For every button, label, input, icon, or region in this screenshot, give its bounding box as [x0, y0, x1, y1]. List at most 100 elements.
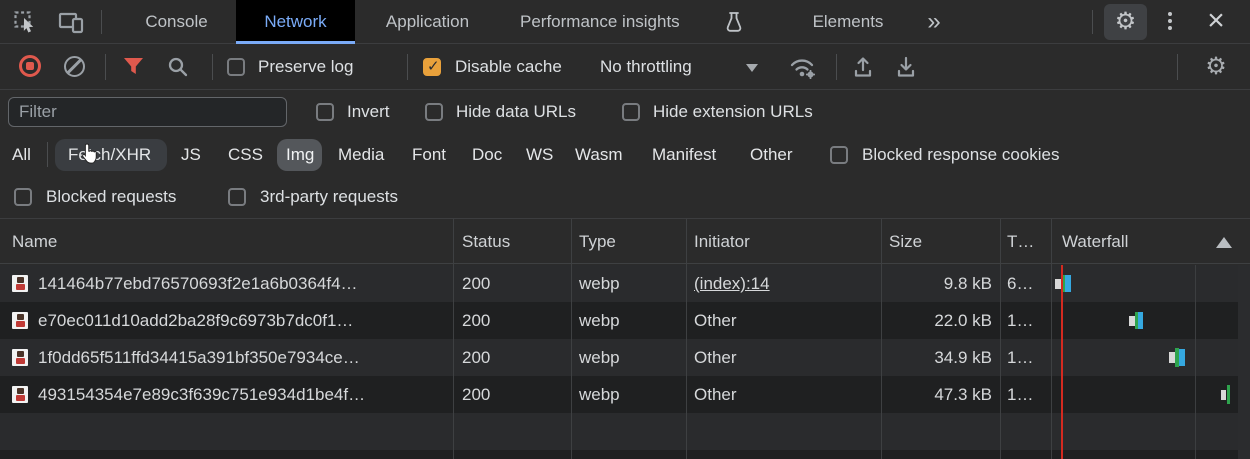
more-tabs-icon: » — [927, 8, 940, 35]
cell-time: 6… — [1007, 265, 1033, 302]
waterfall-waiting-bar — [1227, 385, 1230, 404]
mouse-hand-cursor — [80, 142, 99, 165]
throttling-select[interactable]: No throttling — [600, 44, 692, 90]
mini-gear — [806, 70, 815, 79]
tab-elements[interactable]: Elements — [775, 0, 921, 44]
waterfall-download-bar — [1179, 349, 1185, 366]
cell-status: 200 — [462, 265, 490, 302]
column-header-status[interactable]: Status — [462, 219, 510, 264]
third-party-requests-checkbox[interactable] — [228, 188, 246, 206]
column-header-size[interactable]: Size — [889, 219, 922, 264]
filter-icon-active[interactable] — [123, 57, 144, 76]
sort-ascending-icon — [1216, 237, 1232, 248]
cell-type: webp — [579, 265, 620, 302]
cell-initiator: Other — [694, 302, 737, 339]
type-filter-doc[interactable]: Doc — [472, 133, 502, 176]
toolbar-divider — [1177, 54, 1178, 80]
hide-extension-urls-label: Hide extension URLs — [653, 90, 813, 133]
cell-size: 34.9 kB — [881, 339, 992, 376]
close-devtools-button[interactable]: × — [1198, 0, 1234, 44]
tab-application[interactable]: Application — [355, 0, 500, 44]
blocked-requests-checkbox[interactable] — [14, 188, 32, 206]
column-divider[interactable] — [686, 219, 687, 459]
type-filter-wasm[interactable]: Wasm — [575, 133, 623, 176]
type-filter-css[interactable]: CSS — [228, 133, 263, 176]
type-filter-font[interactable]: Font — [412, 133, 446, 176]
cell-initiator: Other — [694, 376, 737, 413]
column-divider[interactable] — [571, 219, 572, 459]
cell-type: webp — [579, 339, 620, 376]
scrollbar-gutter[interactable] — [1238, 265, 1250, 459]
header-bottom-border — [0, 263, 1250, 264]
blocked-response-cookies-checkbox[interactable] — [830, 146, 848, 164]
more-tabs-button[interactable]: » — [916, 0, 952, 44]
toggle-device-toolbar-icon[interactable] — [57, 11, 87, 35]
kebab-dot — [1168, 12, 1172, 16]
disable-cache-label: Disable cache — [455, 44, 562, 90]
inspect-element-icon[interactable] — [13, 10, 38, 35]
main-tab-bar: Console Network Application Performance … — [0, 0, 1250, 44]
column-header-time[interactable]: T… — [1007, 219, 1034, 264]
type-filter-js[interactable]: JS — [181, 133, 201, 176]
settings-button[interactable]: ⚙ — [1104, 4, 1147, 40]
hide-data-urls-label: Hide data URLs — [456, 90, 576, 133]
image-thumbnail — [12, 349, 28, 366]
type-filter-all[interactable]: All — [12, 133, 31, 176]
column-divider[interactable] — [881, 219, 882, 459]
tab-network[interactable]: Network — [236, 0, 355, 44]
tab-console[interactable]: Console — [117, 0, 236, 44]
column-divider[interactable] — [1051, 219, 1052, 459]
type-filter-img[interactable]: Img — [286, 133, 314, 176]
preserve-log-checkbox[interactable] — [227, 58, 245, 76]
cell-initiator-link[interactable]: (index):14 — [694, 265, 770, 302]
type-filter-manifest[interactable]: Manifest — [652, 133, 716, 176]
disable-cache-checkbox[interactable] — [423, 58, 441, 76]
column-header-waterfall[interactable]: Waterfall — [1062, 219, 1128, 264]
invert-label: Invert — [347, 90, 390, 133]
hide-data-urls-checkbox[interactable] — [425, 103, 443, 121]
import-har-icon[interactable] — [850, 55, 876, 79]
toolbar-divider — [47, 142, 48, 167]
cell-name: 141464b77ebd76570693f2e1a6b0364f4… — [38, 265, 358, 302]
cell-name: 1f0dd65f511ffd34415a391bf350e7934ce… — [38, 339, 360, 376]
tab-network-label: Network — [264, 12, 326, 31]
cell-time: 1… — [1007, 376, 1033, 413]
cell-type: webp — [579, 376, 620, 413]
waterfall-download-bar — [1138, 312, 1143, 329]
cell-status: 200 — [462, 339, 490, 376]
image-thumbnail — [12, 312, 28, 329]
type-filter-ws[interactable]: WS — [526, 133, 553, 176]
cell-initiator: Other — [694, 339, 737, 376]
column-header-type[interactable]: Type — [579, 219, 616, 264]
tab-elements-label: Elements — [813, 12, 884, 31]
blocked-response-cookies-label: Blocked response cookies — [862, 133, 1060, 176]
cell-time: 1… — [1007, 302, 1033, 339]
column-header-name[interactable]: Name — [12, 219, 57, 264]
toolbar-divider — [407, 54, 408, 80]
cell-name: 493154354e7e89c3f639c751e934d1be4f… — [38, 376, 365, 413]
toolbar-divider — [836, 54, 837, 80]
network-conditions-icon[interactable] — [788, 55, 820, 80]
hide-extension-urls-checkbox[interactable] — [622, 103, 640, 121]
record-network-log-button[interactable] — [19, 55, 41, 77]
type-filter-other[interactable]: Other — [750, 133, 793, 176]
column-divider[interactable] — [1000, 219, 1001, 459]
invert-checkbox[interactable] — [316, 103, 334, 121]
clear-network-log-button[interactable] — [64, 56, 85, 77]
search-icon[interactable] — [167, 56, 189, 78]
throttling-caret-icon[interactable] — [746, 64, 758, 72]
column-divider[interactable] — [453, 219, 454, 459]
column-header-initiator[interactable]: Initiator — [694, 219, 750, 264]
tab-performance-insights[interactable]: Performance insights — [500, 0, 750, 44]
cell-status: 200 — [462, 376, 490, 413]
cell-size: 22.0 kB — [881, 302, 992, 339]
blocked-requests-label: Blocked requests — [46, 176, 176, 218]
tab-console-label: Console — [145, 12, 207, 31]
more-options-button[interactable] — [1168, 12, 1172, 30]
cell-name: e70ec011d10add2ba28f9c6973b7dc0f1… — [38, 302, 353, 339]
filter-input[interactable] — [8, 97, 287, 127]
type-filter-media[interactable]: Media — [338, 133, 384, 176]
network-settings-button[interactable]: ⚙ — [1194, 44, 1238, 90]
export-har-icon[interactable] — [893, 55, 919, 79]
close-icon: × — [1207, 4, 1225, 37]
